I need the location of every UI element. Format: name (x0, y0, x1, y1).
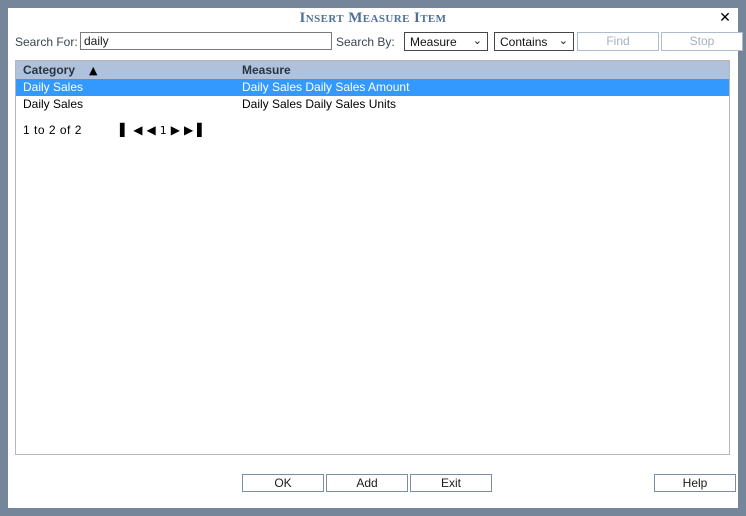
search-toolbar: Search For: Search By: Measure ⌄ Contain… (8, 32, 738, 54)
add-button[interactable]: Add (326, 474, 408, 492)
chevron-down-icon: ⌄ (473, 34, 482, 47)
pagination-range-label: 1 to 2 of 2 (23, 123, 82, 137)
dialog-footer: OK Add Exit Help (8, 474, 738, 498)
chevron-down-icon: ⌄ (559, 34, 568, 47)
grid-header-row: Category ▲ Measure (16, 61, 729, 79)
cell-measure: Daily Sales Daily Sales Units (242, 97, 396, 111)
cell-category: Daily Sales (23, 80, 83, 94)
column-header-measure[interactable]: Measure (242, 63, 291, 77)
pagination-controls: ▌◀◀1▶▶▌ (120, 123, 210, 137)
search-input[interactable] (80, 32, 332, 50)
table-row[interactable]: Daily Sales Daily Sales Daily Sales Amou… (16, 79, 729, 96)
close-icon[interactable]: ✕ (716, 9, 734, 27)
sort-ascending-icon: ▲ (89, 64, 97, 77)
dialog-window-frame: Insert Measure Item ✕ Search For: Search… (0, 0, 746, 516)
search-by-label: Search By: (336, 35, 395, 49)
title-bar: Insert Measure Item ✕ (8, 8, 738, 30)
stop-button[interactable]: Stop (661, 32, 743, 51)
pagination-bar: 1 to 2 of 2 ▌◀◀1▶▶▌ (16, 121, 729, 143)
exit-button[interactable]: Exit (410, 474, 492, 492)
search-field-select-value: Measure (410, 35, 457, 49)
help-button[interactable]: Help (654, 474, 736, 492)
cell-measure: Daily Sales Daily Sales Amount (242, 80, 409, 94)
results-panel: Category ▲ Measure Daily Sales Daily Sal… (15, 60, 730, 455)
table-row[interactable]: Daily Sales Daily Sales Daily Sales Unit… (16, 96, 729, 113)
first-page-icon[interactable]: ▌◀ (120, 123, 146, 137)
next-page-icon[interactable]: ▶ (171, 123, 184, 137)
search-operator-select-value: Contains (500, 35, 547, 49)
search-for-label: Search For: (15, 35, 78, 49)
column-header-category[interactable]: Category (23, 63, 75, 77)
dialog-window-body: Insert Measure Item ✕ Search For: Search… (8, 8, 738, 508)
search-operator-select[interactable]: Contains ⌄ (494, 32, 574, 51)
find-button[interactable]: Find (577, 32, 659, 51)
cell-category: Daily Sales (23, 97, 83, 111)
last-page-icon[interactable]: ▶▌ (184, 123, 210, 137)
prev-page-icon[interactable]: ◀ (146, 123, 159, 137)
ok-button[interactable]: OK (242, 474, 324, 492)
dialog-title: Insert Measure Item (8, 10, 738, 27)
search-field-select[interactable]: Measure ⌄ (404, 32, 488, 51)
current-page-number[interactable]: 1 (160, 124, 171, 137)
